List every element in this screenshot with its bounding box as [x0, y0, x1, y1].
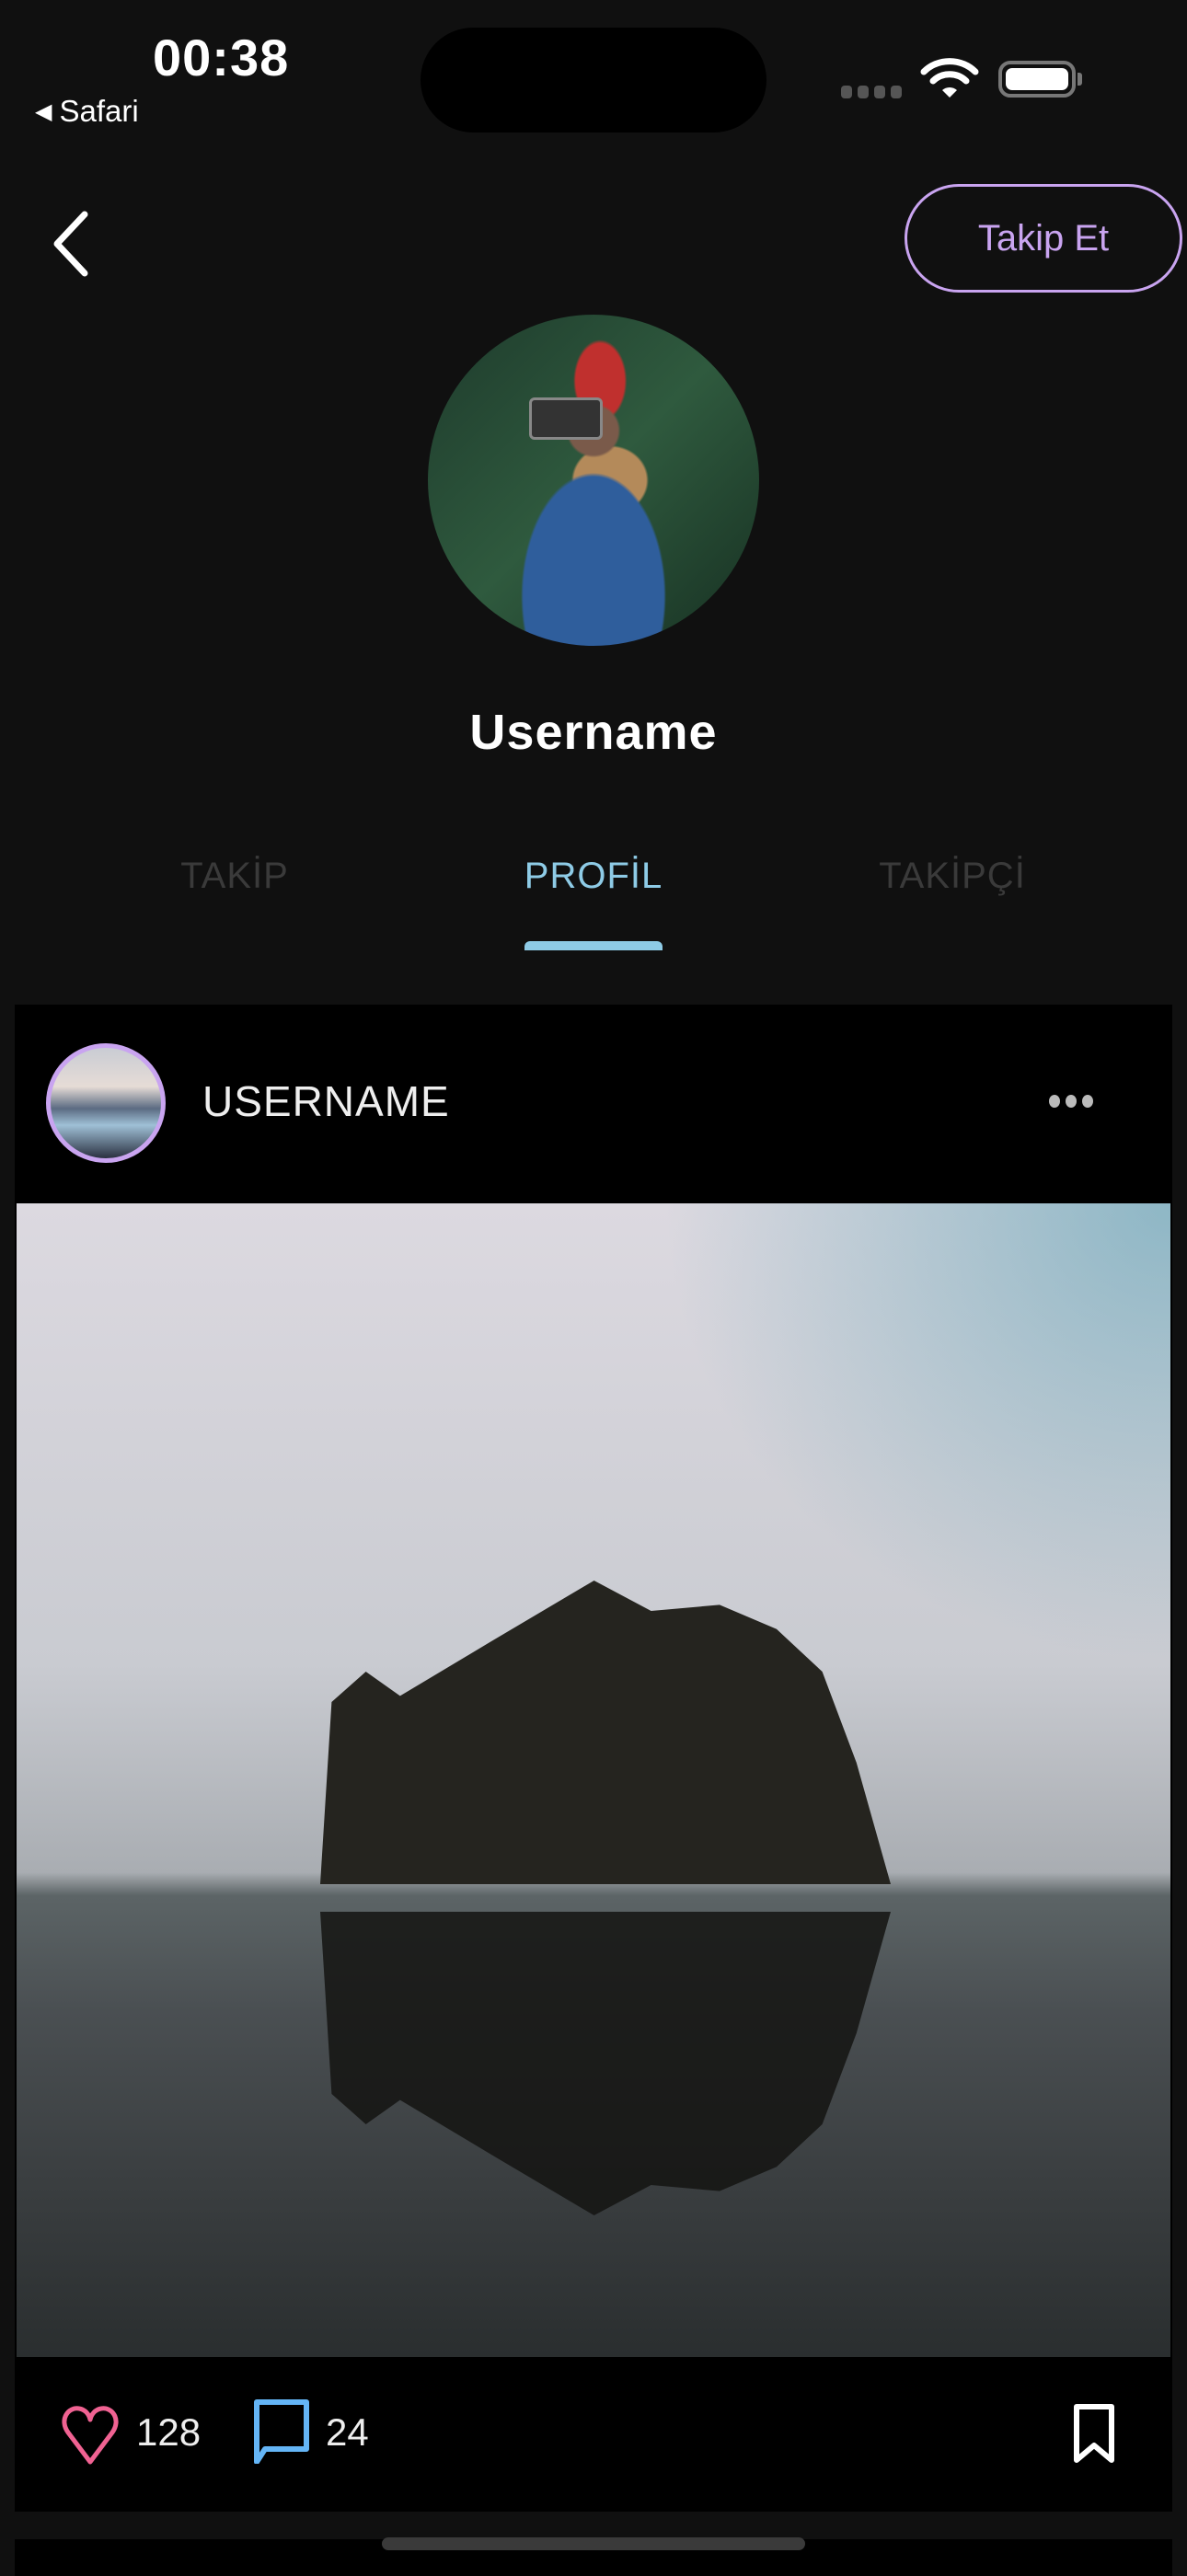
comment-count: 24: [326, 2410, 369, 2454]
post-username[interactable]: USERNAME: [202, 1076, 450, 1126]
tab-takipci[interactable]: TAKİPÇİ: [879, 856, 1026, 897]
bookmark-icon[interactable]: [1073, 2403, 1115, 2464]
profile-avatar[interactable]: [428, 315, 759, 646]
status-time: 00:38: [153, 29, 290, 86]
more-options-icon[interactable]: [1049, 1095, 1093, 1108]
tab-indicator: [524, 941, 663, 950]
post-image[interactable]: [17, 1203, 1170, 2357]
tab-takip[interactable]: TAKİP: [180, 856, 289, 897]
dynamic-island: [421, 28, 766, 132]
comment-icon[interactable]: [252, 2398, 311, 2464]
home-indicator[interactable]: [382, 2537, 805, 2550]
follow-button[interactable]: Takip Et: [905, 184, 1182, 293]
triangle-left-icon: ◀: [35, 98, 52, 124]
back-app-label: Safari: [59, 94, 139, 128]
wifi-icon: [920, 58, 979, 98]
back-chevron-icon[interactable]: [46, 207, 101, 281]
back-to-safari[interactable]: ◀ Safari: [35, 94, 139, 129]
tab-profil[interactable]: PROFİL: [524, 856, 663, 897]
avatar-camera-detail: [529, 397, 603, 440]
image-reflection: [320, 1912, 891, 2215]
image-sky: [661, 1203, 1170, 1663]
profile-tabs: TAKİP PROFİL TAKİPÇİ: [0, 856, 1187, 911]
battery-icon: [998, 61, 1076, 98]
post-avatar[interactable]: [46, 1043, 166, 1163]
like-count: 128: [136, 2410, 202, 2454]
cellular-signal-icon: [841, 86, 902, 98]
profile-username: Username: [469, 705, 718, 760]
heart-icon[interactable]: [61, 2403, 120, 2467]
post-actions: 128 24: [15, 2357, 1172, 2512]
battery-nub: [1078, 73, 1082, 86]
